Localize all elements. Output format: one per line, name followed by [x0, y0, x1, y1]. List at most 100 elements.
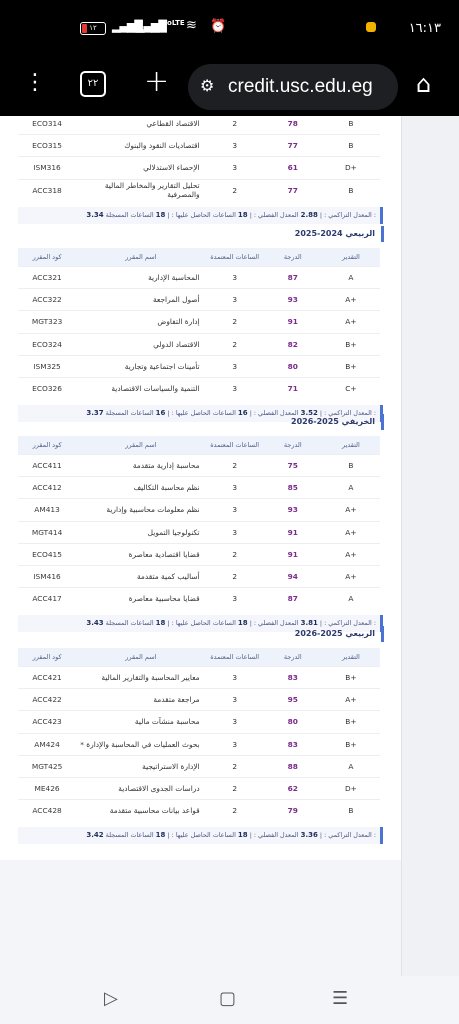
- semester-title: الربيعي 2025-2026: [18, 626, 384, 642]
- semester-block: الربيعي 2025-2026 كود المقرر اسم المقرر الس…: [18, 626, 384, 845]
- cell-degree: 79: [263, 799, 322, 822]
- cell-code: AM413: [18, 498, 77, 522]
- semester-block: الخريفي 2025-2026 كود المقرر اسم المقرر الس…: [18, 414, 384, 633]
- column-header-degree: الدرجة: [263, 248, 322, 267]
- cell-grade: B: [321, 116, 380, 135]
- summary-label-cgpa: المعدل التراكمي :: [324, 210, 372, 219]
- column-header-hours: الساعات المعتمدة: [205, 436, 264, 455]
- cell-hours: 2: [205, 310, 264, 334]
- cell-code: AM424: [18, 732, 77, 756]
- cell-hours: 3: [205, 288, 264, 311]
- new-tab-button[interactable]: +: [144, 64, 169, 99]
- cell-code: ACC422: [18, 688, 77, 711]
- cell-hours: 2: [205, 178, 264, 201]
- semester-block: الربيعي 2024-2025 كود المقرر اسم المقرر الس…: [18, 226, 384, 423]
- table-row: ISM325 تأمينات اجتماعية وتجارية 3 80 B+: [18, 354, 380, 378]
- cell-hours: 2: [205, 799, 264, 822]
- summary-value-gpa: 3.36: [300, 831, 318, 840]
- cell-degree: 95: [263, 688, 322, 711]
- cell-degree: 91: [263, 520, 322, 544]
- back-icon[interactable]: ▷: [104, 988, 118, 1009]
- cell-name: محاسبة منشآت مالية: [76, 710, 206, 734]
- url-text[interactable]: credit.usc.edu.eg: [228, 76, 373, 98]
- column-header-course-code: كود المقرر: [18, 436, 77, 455]
- cell-grade: A+: [321, 564, 380, 588]
- table-row: ACC423 محاسبة منشآت مالية 3 80 B+: [18, 710, 380, 734]
- cell-grade: B+: [321, 732, 380, 756]
- column-header-grade: التقدير: [321, 248, 380, 267]
- cell-hours: 3: [205, 265, 264, 289]
- cell-name: إدارة التفاوض: [76, 310, 206, 334]
- cell-code: ACC421: [18, 665, 77, 689]
- table-row: ACC422 مراجعة متقدمة 3 95 A+: [18, 688, 380, 711]
- cell-degree: 80: [263, 710, 322, 734]
- cell-name: محاسبة إدارية متقدمة: [76, 453, 206, 477]
- cell-hours: 3: [205, 134, 264, 157]
- cell-name: نظم معلومات محاسبية وإدارية: [76, 498, 206, 522]
- address-bar[interactable]: ⚙ credit.usc.edu.eg: [188, 64, 398, 110]
- table-row: AM424 * بحوث العمليات في المحاسبة والإدار…: [18, 732, 380, 756]
- cell-hours: 3: [205, 710, 264, 734]
- home-nav-icon[interactable]: ▢: [219, 988, 236, 1009]
- column-header-degree: الدرجة: [263, 436, 322, 455]
- cell-hours: 3: [205, 665, 264, 689]
- cell-hours: 3: [205, 354, 264, 378]
- cell-name: قواعد بيانات محاسبية متقدمة: [76, 799, 206, 822]
- tab-switcher-button[interactable]: ٢٢: [80, 71, 106, 97]
- cell-code: ECO314: [18, 116, 77, 135]
- cell-name: أساليب كمية متقدمة: [76, 564, 206, 588]
- cell-name: المحاسبة الإدارية: [76, 265, 206, 289]
- cell-grade: B+: [321, 710, 380, 734]
- cell-hours: 3: [205, 688, 264, 711]
- recents-icon[interactable]: ☰: [332, 988, 348, 1009]
- table-row: ACC318 تحليل التقارير والمخاطر المالية وا…: [18, 178, 380, 201]
- cell-hours: 2: [205, 332, 264, 356]
- cell-code: ISM316: [18, 156, 77, 180]
- cell-code: ECO415: [18, 542, 77, 566]
- cell-degree: 82: [263, 332, 322, 356]
- cell-degree: 93: [263, 498, 322, 522]
- summary-label-earned: الساعات الحاصل عليها :: [171, 210, 236, 219]
- cell-degree: 94: [263, 564, 322, 588]
- column-header-course-name: اسم المقرر: [76, 436, 206, 455]
- status-time: ١٦:١٣: [408, 21, 441, 36]
- wifi-icon: ≋: [186, 18, 197, 33]
- cell-code: MGT425: [18, 754, 77, 778]
- cell-degree: 80: [263, 354, 322, 378]
- summary-value-cgpa: 3.34: [86, 210, 104, 219]
- status-bar: ١٢ ▂▄▆█ ▂▄▆█ VoLTE ≋ ⏰ ١٦:١٣: [0, 0, 459, 58]
- table-row: ECO326 التنمية والسياسات الاقتصادية 3 71 C+: [18, 376, 380, 400]
- table-row: ISM316 الإحصاء الاستدلالي 3 61 D+: [18, 156, 380, 180]
- cell-degree: 61: [263, 156, 322, 180]
- semester-title: الربيعي 2024-2025: [18, 226, 384, 242]
- cell-name: الاقتصاد الدولي: [76, 332, 206, 356]
- cell-code: ACC428: [18, 799, 77, 822]
- table-row: ACC421 معايير المحاسبة والتقارير المالية 3…: [18, 665, 380, 689]
- cell-code: ACC318: [18, 178, 77, 201]
- summary-value-earned: 18: [237, 831, 248, 840]
- cell-degree: 87: [263, 265, 322, 289]
- cell-hours: 2: [205, 453, 264, 477]
- cell-code: MGT323: [18, 310, 77, 334]
- home-icon[interactable]: ⌂: [416, 70, 431, 98]
- volte-indicator: VoLTE: [162, 19, 185, 27]
- cell-grade: B+: [321, 354, 380, 378]
- cell-name: قضايا اقتصادية معاصرة: [76, 542, 206, 566]
- cell-hours: 2: [205, 542, 264, 566]
- summary-label-cgpa: المعدل التراكمي :: [324, 831, 372, 840]
- site-settings-icon[interactable]: ⚙: [200, 76, 214, 95]
- table-row: ACC412 نظم محاسبة التكاليف 3 85 A: [18, 476, 380, 499]
- cell-degree: 83: [263, 665, 322, 689]
- cell-degree: 62: [263, 776, 322, 800]
- column-header-hours: الساعات المعتمدة: [205, 248, 264, 267]
- cell-degree: 91: [263, 542, 322, 566]
- grades-table: ECO314 الاقتصاد القطاعي 2 78 B ECO315 اقتصاديا…: [18, 116, 380, 201]
- cell-grade: A: [321, 754, 380, 778]
- table-row: MGT323 إدارة التفاوض 2 91 A+: [18, 310, 380, 334]
- alarm-clock-icon: ⏰: [210, 19, 227, 34]
- cell-name: الإحصاء الاستدلالي: [76, 156, 206, 180]
- column-header-grade: التقدير: [321, 648, 380, 667]
- cell-degree: 91: [263, 310, 322, 334]
- menu-icon[interactable]: ⋮: [24, 72, 46, 94]
- summary-value-gpa: 2.88: [300, 210, 318, 219]
